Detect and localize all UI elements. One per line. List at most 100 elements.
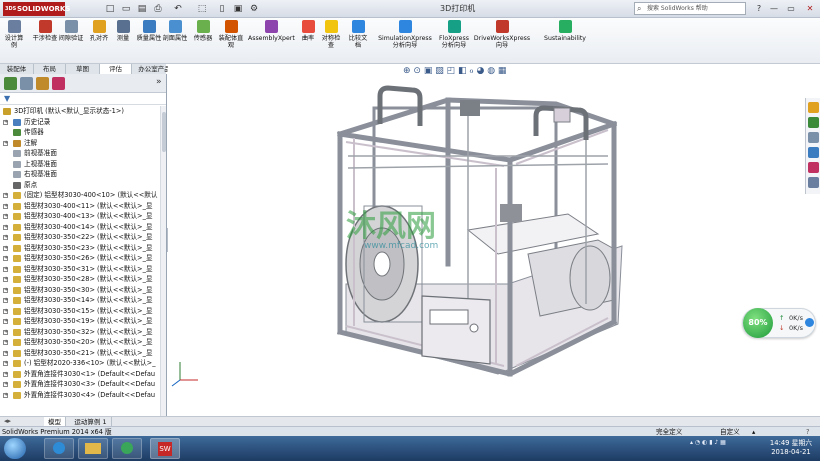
expand-toggle-icon[interactable]: + <box>3 382 8 387</box>
section-view-icon[interactable]: ▨ <box>435 66 444 76</box>
tab-assembly[interactable]: 装配体 <box>0 64 34 74</box>
design-library-icon[interactable] <box>808 117 819 128</box>
tree-node[interactable]: + 历史记录 <box>0 117 160 128</box>
tree-node[interactable]: + 铝型材3030-350<30> (默认<<默认>_显 <box>0 285 160 296</box>
tree-node[interactable]: + 外置角连接件3030<4> (Default<<Defau <box>0 390 160 401</box>
tree-node[interactable]: + 铝型材3030-350<31> (默认<<默认>_显 <box>0 264 160 275</box>
interference-button[interactable]: 干涉检查 <box>32 20 58 42</box>
expand-toggle-icon[interactable]: + <box>3 350 8 356</box>
network-speed-widget[interactable]: 80% ↑ 0K/s ↓ 0K/s <box>742 308 816 338</box>
start-button[interactable] <box>4 438 26 459</box>
feature-tree-tab-icon[interactable] <box>4 77 17 90</box>
simulationxpress-button[interactable]: SimulationXpress 分析向导 <box>376 20 434 49</box>
clearance-button[interactable]: 间隙验证 <box>58 20 84 42</box>
graphics-area[interactable]: 沐风网 www.mfcad.com <box>168 64 802 428</box>
appearance-icon[interactable]: ◕ <box>476 66 484 76</box>
compare-documents-button[interactable]: 比较文档 <box>346 20 370 49</box>
expand-toggle-icon[interactable]: + <box>3 329 8 335</box>
expand-toggle-icon[interactable]: + <box>3 224 8 230</box>
design-study-button[interactable]: 设计算例 <box>3 20 25 49</box>
select-icon[interactable]: ⬚ <box>196 2 208 16</box>
printer-model[interactable]: 沐风网 www.mfcad.com <box>168 64 802 428</box>
help-icon[interactable]: ? <box>752 2 766 15</box>
tree-node[interactable]: 原点 <box>0 180 160 191</box>
tree-node[interactable]: + (-) 铝型材2020-336<10> (默认<<默认>_ <box>0 358 160 369</box>
print-icon[interactable]: ⎙ <box>152 2 164 16</box>
tree-node[interactable]: 前视基准面 <box>0 148 160 159</box>
mass-properties-button[interactable]: 质量属性 <box>136 20 162 42</box>
assembly-xpert-button[interactable]: AssemblyXpert <box>248 20 295 42</box>
system-clock[interactable]: 14:49 星期六 2018-04-21 <box>764 439 818 457</box>
tree-node[interactable]: + 铝型材3030-350<28> (默认<<默认>_显 <box>0 274 160 285</box>
open-icon[interactable]: ▭ <box>120 2 132 16</box>
hole-align-button[interactable]: 孔对齐 <box>86 20 112 42</box>
curvature-button[interactable]: 曲率 <box>298 20 318 42</box>
tree-root[interactable]: 3D打印机 (默认<默认_显示状态-1>) <box>0 106 160 117</box>
close-button[interactable]: ✕ <box>803 2 817 15</box>
section-properties-button[interactable]: 剖面属性 <box>162 20 188 42</box>
appearances-icon[interactable] <box>808 162 819 173</box>
expand-toggle-icon[interactable]: + <box>3 319 8 324</box>
ie-taskbar-icon[interactable] <box>44 438 74 459</box>
tree-node[interactable]: + 铝型材3030-400<14> (默认<<默认>_显 <box>0 222 160 233</box>
expand-toggle-icon[interactable]: + <box>3 340 8 345</box>
tab-layout[interactable]: 布局 <box>34 64 66 74</box>
save-icon[interactable]: ▤ <box>136 2 148 16</box>
rebuild-icon[interactable]: ▯ <box>216 2 228 16</box>
tab-nav-icon[interactable]: ◂▸ <box>4 417 11 425</box>
hide-show-icon[interactable]: ℴ <box>469 66 473 76</box>
tree-node[interactable]: + 铝型材3030-350<14> (默认<<默认>_显 <box>0 295 160 306</box>
floxpress-button[interactable]: FloXpress 分析向导 <box>436 20 472 49</box>
options-icon[interactable]: ⚙ <box>248 2 260 16</box>
measure-button[interactable]: 测量 <box>112 20 134 42</box>
undo-icon[interactable]: ↶ <box>172 2 184 16</box>
file-explorer-icon[interactable] <box>808 132 819 143</box>
new-icon[interactable]: □ <box>104 2 116 16</box>
expand-toggle-icon[interactable]: + <box>3 256 8 261</box>
file-properties-icon[interactable]: ▣ <box>232 2 244 16</box>
sensor-button[interactable]: 传感器 <box>190 20 216 42</box>
tree-node[interactable]: + 铝型材3030-400<11> (默认<<默认>_显 <box>0 201 160 212</box>
app-taskbar-icon[interactable] <box>112 438 142 459</box>
tree-node[interactable]: + 外置角连接件3030<3> (Default<<Defau <box>0 379 160 390</box>
display-manager-tab-icon[interactable] <box>52 77 65 90</box>
expand-toggle-icon[interactable]: + <box>3 214 8 219</box>
tree-node[interactable]: 上视基准面 <box>0 159 160 170</box>
tree-node[interactable]: 右视基准面 <box>0 169 160 180</box>
tab-evaluate[interactable]: 评估 <box>100 64 132 74</box>
resources-icon[interactable] <box>808 102 819 113</box>
expand-panel-icon[interactable]: » <box>156 77 162 87</box>
view-orientation-icon[interactable]: ◰ <box>447 66 456 76</box>
tree-filter[interactable]: ▼ <box>0 93 166 105</box>
view-settings-icon[interactable]: ▦ <box>498 66 507 76</box>
expand-toggle-icon[interactable]: + <box>3 392 8 398</box>
sustainability-button[interactable]: Sustainability <box>540 20 590 42</box>
expand-toggle-icon[interactable]: + <box>3 308 8 314</box>
maximize-button[interactable]: ▭ <box>784 2 798 15</box>
tree-scrollbar[interactable] <box>160 106 166 426</box>
tab-sketch[interactable]: 草图 <box>66 64 100 74</box>
tree-node[interactable]: + 铝型材3030-350<23> (默认<<默认>_显 <box>0 243 160 254</box>
expand-toggle-icon[interactable]: + <box>3 361 8 366</box>
display-style-icon[interactable]: ◧ <box>458 66 467 76</box>
expand-toggle-icon[interactable]: + <box>3 245 8 251</box>
tree-node[interactable]: + 铝型材3030-350<19> (默认<<默认>_显 <box>0 316 160 327</box>
expand-toggle-icon[interactable]: + <box>3 298 8 303</box>
tree-node[interactable]: 传感器 <box>0 127 160 138</box>
zoom-area-icon[interactable]: ⊙ <box>413 66 421 76</box>
solidworks-logo[interactable]: SOLIDWORKS <box>3 2 70 16</box>
tree-node[interactable]: + 铝型材3030-350<15> (默认<<默认>_显 <box>0 306 160 317</box>
tree-node[interactable]: + 铝型材3030-350<21> (默认<<默认>_显 <box>0 348 160 359</box>
expand-toggle-icon[interactable]: + <box>3 140 8 146</box>
explorer-taskbar-icon[interactable] <box>78 438 108 459</box>
tree-node[interactable]: + 铝型材3030-400<13> (默认<<默认>_显 <box>0 211 160 222</box>
view-palette-icon[interactable] <box>808 147 819 158</box>
tray-icons[interactable]: ▴ ◔ ◐ ▮ ♪ ▦ <box>690 439 726 446</box>
expand-toggle-icon[interactable]: + <box>3 287 8 293</box>
expand-toggle-icon[interactable]: + <box>3 193 8 198</box>
custom-properties-icon[interactable] <box>808 177 819 188</box>
previous-view-icon[interactable]: ▣ <box>424 66 433 76</box>
tree-node[interactable]: + 铝型材3030-350<32> (默认<<默认>_显 <box>0 327 160 338</box>
tree-node[interactable]: + 注解 <box>0 138 160 149</box>
expand-toggle-icon[interactable]: + <box>3 235 8 240</box>
